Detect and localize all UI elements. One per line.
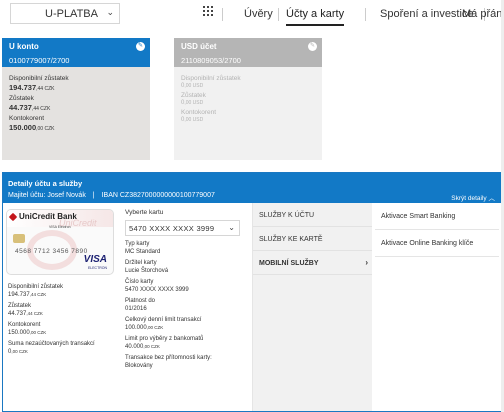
owner-label: Majitel účtu: [8, 192, 46, 199]
balance-label: Zůstatek [8, 303, 32, 309]
account-name: USD účet [181, 42, 217, 51]
card-not-present-label: Transakce bez přítomnosti karty: [125, 355, 212, 361]
menu-item-card-services[interactable]: SLUŽBY KE KARTĚ [253, 227, 372, 251]
overdraft-value: 150.000,00 CZK [8, 330, 47, 336]
mobile-services-links: Aktivace Smart Banking Aktivace Online B… [375, 203, 499, 257]
overdraft-label: Kontokorent [181, 109, 217, 116]
card-picker-value: 5470 XXXX XXXX 3999 [129, 224, 215, 233]
available-balance-label: Disponibilní zůstatek [8, 284, 64, 290]
account-card-usd[interactable]: USD účet 2110809053/2700 ✎ Disponibilní … [174, 38, 322, 160]
account-card-body: Disponibilní zůstatek 194.737,44 CZK Zůs… [2, 67, 150, 137]
details-subtitle: Majitel účtu: Josef Novák | IBAN CZ38270… [8, 192, 215, 199]
available-balance-value: 0,00 USD [181, 83, 204, 89]
valid-until-value: 01/2016 [125, 306, 147, 312]
apps-grid-icon[interactable] [203, 6, 213, 16]
link-activate-online-banking-key[interactable]: Aktivace Online Banking klíče [375, 230, 499, 257]
card-type-label: Typ karty [125, 241, 150, 247]
card-number-label: Číslo karty [125, 279, 154, 285]
card-holder-label: Držitel karty [125, 260, 157, 266]
account-card-body: Disponibilní zůstatek 0,00 USD Zůstatek … [174, 67, 322, 128]
card-holder-value: Lucie Štorchová [125, 268, 169, 274]
balance-value: 44.737,44 CZK [8, 311, 43, 317]
atm-limit-label: Limit pro výběry z bankomatů [125, 336, 204, 342]
card-number-value: 5470 XXXX XXXX 3999 [125, 287, 189, 293]
account-balances: Disponibilní zůstatek 194.737,44 CZK Zůs… [8, 279, 118, 355]
balance-label: Zůstatek [9, 95, 34, 102]
separator: | [92, 192, 95, 199]
product-selector-value: U-PLATBA [45, 8, 98, 20]
nav-item-loans[interactable]: Úvěry [244, 8, 273, 20]
nav-item-savings[interactable]: Spoření a investice [380, 8, 474, 20]
available-balance-label: Disponibilní zůstatek [181, 75, 241, 82]
details-title: Detaily účtu a služby [8, 179, 83, 188]
nav-item-wishes[interactable]: Má přání [462, 8, 504, 20]
nav-divider [365, 8, 366, 21]
visa-logo: VISA [83, 254, 107, 265]
edit-icon[interactable]: ✎ [136, 42, 145, 51]
pending-transactions-value: 0,00 CZK [8, 349, 28, 355]
menu-item-mobile-services[interactable]: MOBILNÍ SLUŽBY › [253, 251, 372, 275]
card-not-present-value: Blokovány [125, 363, 153, 369]
pending-transactions-label: Suma nezaúčtovaných transakcí [8, 341, 95, 347]
balance-value: 0,00 USD [181, 100, 204, 106]
daily-limit-value: 100.000,00 CZK [125, 325, 164, 331]
chevron-down-icon: ⌄ [106, 7, 114, 17]
card-picker-select[interactable]: 5470 XXXX XXXX 3999 ⌄ [125, 220, 240, 236]
valid-until-label: Platnost do [125, 298, 156, 304]
top-navigation: U-PLATBA ⌄ Úvěry Účty a karty Spoření a … [0, 0, 504, 30]
daily-limit-label: Celkový denní limit transakcí [125, 317, 202, 323]
services-menu: SLUŽBY K ÚČTU SLUŽBY KE KARTĚ MOBILNÍ SL… [252, 203, 372, 411]
overdraft-value: 150.000,00 CZK [9, 123, 55, 132]
card-chip-icon [13, 234, 25, 243]
card-picker-label: Vyberte kartu [125, 209, 164, 216]
overdraft-label: Kontokorent [8, 322, 41, 328]
available-balance-value: 194.737,44 CZK [8, 292, 47, 298]
balance-label: Zůstatek [181, 92, 206, 99]
balance-value: 44.737,44 CZK [9, 103, 51, 112]
account-card-header: U konto 0100779007/2700 ✎ [2, 38, 150, 67]
nav-divider [278, 8, 279, 21]
visa-electron-label: ELECTRON [87, 266, 107, 270]
iban-label: IBAN [101, 192, 118, 199]
menu-item-account-services[interactable]: SLUŽBY K ÚČTU [253, 203, 372, 227]
card-mini-text: VISA Electron [49, 225, 71, 229]
account-number: 0100779007/2700 [9, 56, 70, 65]
payment-card-image: UniCredit Bank UniCredit VISA Electron 4… [6, 209, 114, 275]
chevron-down-icon: ⌄ [228, 223, 235, 232]
account-card-u-konto[interactable]: U konto 0100779007/2700 ✎ Disponibilní z… [2, 38, 150, 160]
atm-limit-value: 40.000,00 CZK [125, 344, 160, 350]
card-number-print: 4568 7712 3456 7890 [15, 248, 88, 255]
product-selector[interactable]: U-PLATBA ⌄ [10, 3, 120, 24]
account-name: U konto [9, 42, 39, 51]
available-balance-label: Disponibilní zůstatek [9, 75, 69, 82]
owner-name: Josef Novák [47, 192, 86, 199]
overdraft-label: Kontokorent [9, 115, 45, 122]
nav-divider [222, 8, 223, 21]
available-balance-value: 194.737,44 CZK [9, 83, 55, 92]
card-type-value: MC Standard [125, 249, 161, 255]
card-info: Vyberte kartu 5470 XXXX XXXX 3999 ⌄ Typ … [125, 209, 243, 369]
link-activate-smart-banking[interactable]: Aktivace Smart Banking [375, 203, 499, 230]
overdraft-value: 0,00 USD [181, 117, 204, 123]
iban-value: CZ3827000000000100779007 [119, 192, 215, 199]
nav-item-accounts-cards[interactable]: Účty a karty [286, 8, 345, 26]
chevron-right-icon: › [365, 258, 368, 267]
chevron-up-icon: ︿ [488, 195, 496, 202]
account-details-panel: Detaily účtu a služby Majitel účtu: Jose… [2, 172, 502, 412]
edit-icon[interactable]: ✎ [308, 42, 317, 51]
details-header: Detaily účtu a služby Majitel účtu: Jose… [3, 173, 501, 203]
account-number: 2110809053/2700 [181, 56, 241, 65]
hide-details-link[interactable]: Skrýt detaily ︿ [451, 192, 495, 202]
account-card-header: USD účet 2110809053/2700 ✎ [174, 38, 322, 67]
